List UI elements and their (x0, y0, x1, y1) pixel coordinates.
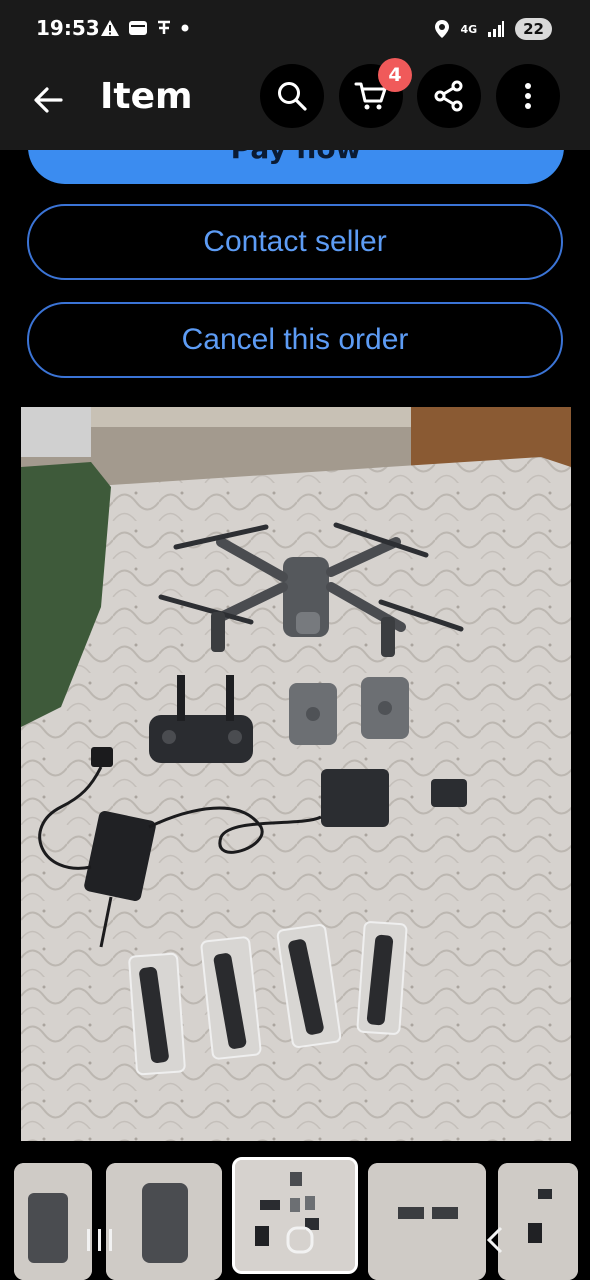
search-button[interactable] (260, 64, 324, 128)
more-options-button[interactable] (496, 64, 560, 128)
drone-kit-photo (21, 407, 571, 1141)
back-button[interactable] (28, 80, 68, 120)
recent-apps-icon[interactable] (85, 1227, 115, 1253)
location-icon (435, 20, 450, 38)
status-time: 19:53 (36, 16, 100, 40)
system-navigation-bar (0, 1200, 590, 1280)
more-vertical-icon (525, 83, 531, 109)
share-icon (434, 80, 463, 112)
network-type: 4G (460, 22, 478, 36)
home-icon[interactable] (285, 1225, 315, 1255)
status-bar: 19:53 4G 22 (0, 0, 590, 58)
wallet-icon (129, 21, 147, 35)
app-bar: Item 4 (0, 58, 590, 150)
share-button[interactable] (417, 64, 481, 128)
contact-seller-button[interactable]: Contact seller (27, 204, 563, 280)
signal-icon (488, 21, 505, 37)
page-title: Item (100, 76, 193, 117)
product-photo[interactable] (21, 407, 571, 1141)
search-icon (278, 82, 307, 111)
warning-icon (101, 20, 119, 36)
back-nav-icon[interactable] (485, 1225, 505, 1255)
battery-level: 22 (515, 18, 552, 40)
notification-glyph-icon (158, 20, 170, 34)
cart-count-badge: 4 (378, 58, 412, 92)
dot-icon (181, 24, 189, 32)
arrow-left-icon (34, 87, 63, 113)
cancel-order-button[interactable]: Cancel this order (27, 302, 563, 378)
